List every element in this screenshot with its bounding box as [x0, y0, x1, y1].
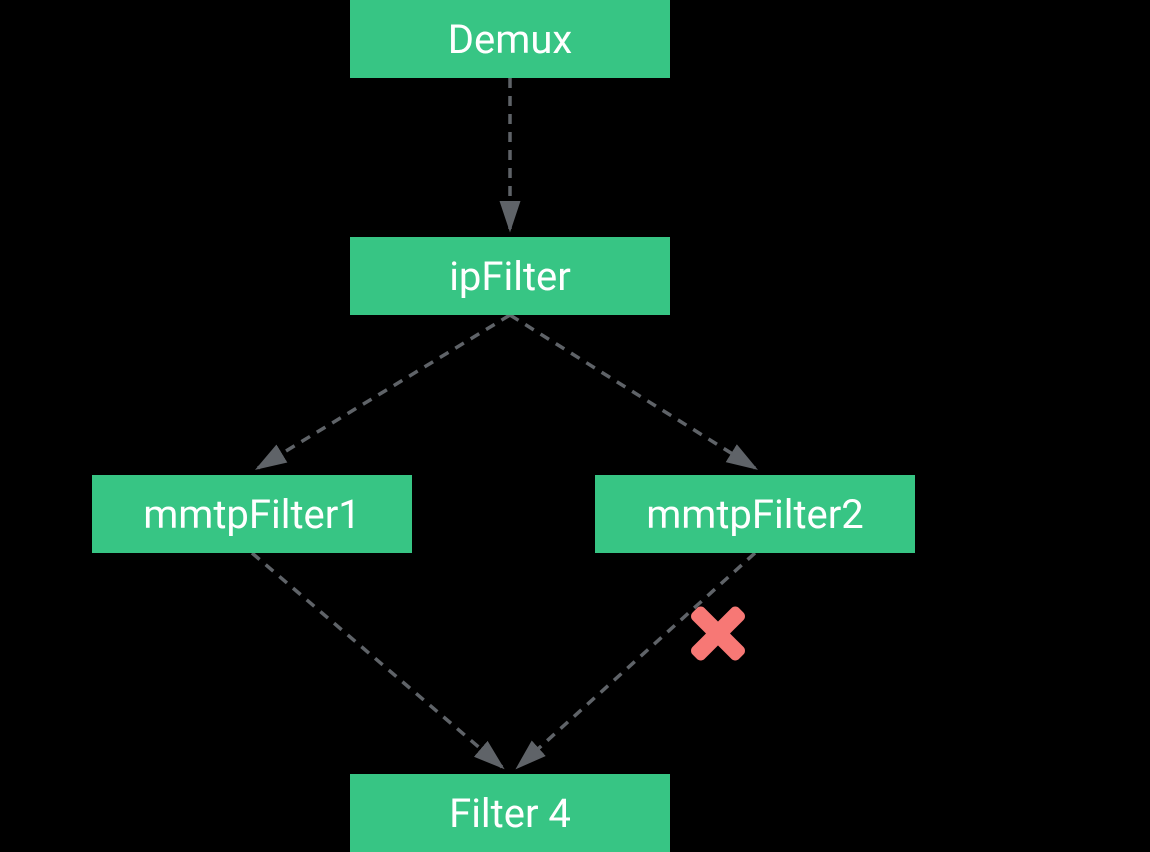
blocked-cross-icon — [681, 597, 755, 684]
edge-ipfilter-mmtpfilter1 — [258, 315, 510, 468]
node-filter4: Filter 4 — [350, 774, 670, 852]
node-mmtpfilter2-label: mmtpFilter2 — [646, 491, 864, 538]
node-mmtpfilter1-label: mmtpFilter1 — [143, 491, 361, 538]
node-ipfilter: ipFilter — [350, 237, 670, 315]
edge-ipfilter-mmtpfilter2 — [510, 315, 755, 468]
edge-mmtpfilter1-filter4 — [252, 553, 502, 767]
node-demux: Demux — [350, 0, 670, 78]
node-filter4-label: Filter 4 — [449, 790, 571, 837]
node-mmtpfilter2: mmtpFilter2 — [595, 475, 915, 553]
connectors-layer — [0, 0, 1150, 850]
node-ipfilter-label: ipFilter — [449, 253, 571, 300]
node-mmtpfilter1: mmtpFilter1 — [92, 475, 412, 553]
filter-diagram: Demux ipFilter mmtpFilter1 mmtpFilter2 F… — [0, 0, 1150, 850]
node-demux-label: Demux — [448, 16, 572, 63]
